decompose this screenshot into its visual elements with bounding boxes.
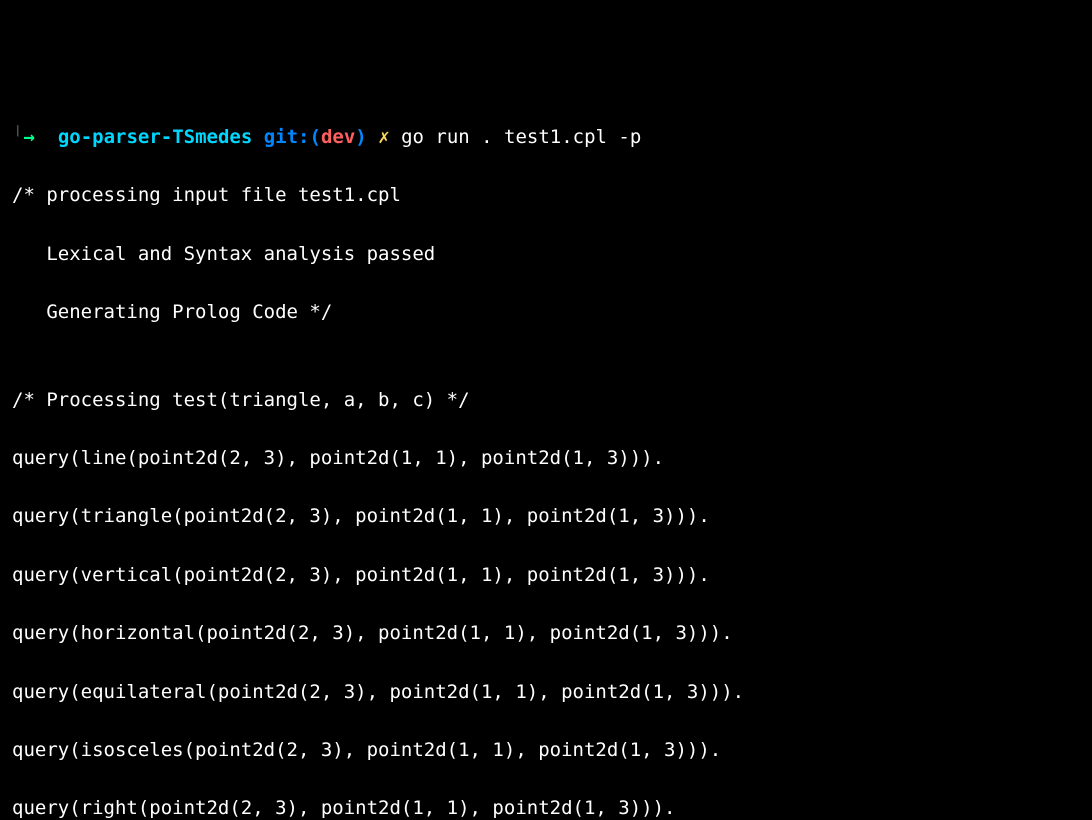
output-line: /* processing input file test1.cpl [12,181,1080,210]
output-line: /* Processing test(triangle, a, b, c) */ [12,386,1080,415]
output-line: query(horizontal(point2d(2, 3), point2d(… [12,619,1080,648]
output-line: query(isosceles(point2d(2, 3), point2d(1… [12,736,1080,765]
output-line: Generating Prolog Code */ [12,298,1080,327]
prompt-arrow-icon: → [23,126,34,148]
output-line: query(line(point2d(2, 3), point2d(1, 1),… [12,444,1080,473]
prompt-branch: dev [321,126,355,148]
prompt-arrow-outer-icon: ╵ [12,126,23,148]
prompt-dirty-icon: ✗ [378,126,389,148]
output-line: query(right(point2d(2, 3), point2d(1, 1)… [12,794,1080,820]
prompt-command: go run . test1.cpl -p [401,126,641,148]
output-line: Lexical and Syntax analysis passed [12,240,1080,269]
prompt-dir: go-parser-TSmedes [58,126,252,148]
prompt-paren-close: ) [355,126,366,148]
output-line: query(triangle(point2d(2, 3), point2d(1,… [12,502,1080,531]
prompt-paren-open: ( [310,126,321,148]
output-line: query(equilateral(point2d(2, 3), point2d… [12,678,1080,707]
prompt-line[interactable]: ╵→ go-parser-TSmedes git:(dev) ✗ go run … [12,123,1080,152]
prompt-git-label: git: [264,126,310,148]
output-line: query(vertical(point2d(2, 3), point2d(1,… [12,561,1080,590]
